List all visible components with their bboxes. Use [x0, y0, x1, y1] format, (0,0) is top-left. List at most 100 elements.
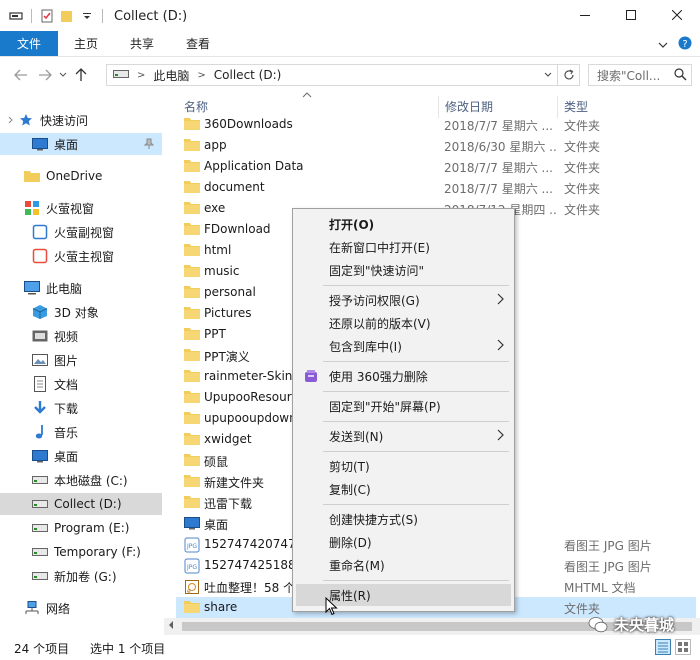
context-menu-item[interactable]: 在新窗口中打开(E): [293, 236, 514, 258]
svg-text:?: ?: [682, 39, 687, 50]
music-icon: [32, 424, 48, 440]
folder-icon: [184, 243, 200, 259]
nav-documents[interactable]: 文档: [0, 373, 162, 395]
nav-drive-e[interactable]: Program (E:): [0, 517, 162, 539]
menu-item-label: 打开(O): [329, 217, 375, 232]
menu-item-label: 创建快捷方式(S): [329, 512, 418, 527]
nav-drive-d[interactable]: Collect (D:): [0, 493, 162, 515]
tab-share[interactable]: 共享: [114, 31, 170, 56]
breadcrumb-separator[interactable]: >: [137, 70, 145, 81]
context-menu-item[interactable]: 重命名(M): [293, 554, 514, 576]
context-menu-item[interactable]: 打开(O): [293, 213, 514, 235]
nav-drive-c[interactable]: 本地磁盘 (C:): [0, 469, 162, 491]
nav-drive-f[interactable]: Temporary (F:): [0, 541, 162, 563]
tab-home[interactable]: 主页: [58, 31, 114, 56]
context-menu-item[interactable]: 剪切(T): [293, 455, 514, 477]
details-view-button[interactable]: [655, 639, 671, 655]
minimize-button[interactable]: [562, 0, 608, 30]
nav-network[interactable]: 网络: [0, 597, 162, 619]
context-menu-item[interactable]: 固定到"快速访问": [293, 259, 514, 281]
file-type: 文件夹: [564, 140, 601, 154]
window-title: Collect (D:): [114, 8, 188, 24]
maximize-button[interactable]: [608, 0, 654, 30]
expand-icon[interactable]: [8, 113, 18, 127]
context-menu-item[interactable]: 删除(D): [293, 531, 514, 553]
new-folder-icon[interactable]: [59, 8, 75, 24]
menu-item-label: 在新窗口中打开(E): [329, 240, 430, 255]
context-menu-item[interactable]: 发送到(N): [293, 425, 514, 447]
folder-icon: [184, 600, 200, 616]
table-row[interactable]: Application Data 2018/7/7 星期六 ... 文件夹: [176, 156, 696, 177]
context-menu-item[interactable]: 授予访问权限(G): [293, 289, 514, 311]
jpg-icon: JPG: [184, 558, 200, 574]
scroll-left-icon[interactable]: [168, 620, 174, 633]
menu-item-label: 删除(D): [329, 535, 372, 550]
column-header-name[interactable]: 名称: [184, 96, 438, 116]
menu-separator: [323, 391, 509, 392]
context-menu-item[interactable]: 创建快捷方式(S): [293, 508, 514, 530]
mouse-cursor-icon: [325, 597, 338, 616]
customize-dropdown-icon[interactable]: [79, 8, 95, 24]
up-button[interactable]: [70, 64, 92, 86]
context-menu-item[interactable]: 复制(C): [293, 478, 514, 500]
tab-file[interactable]: 文件: [0, 31, 58, 56]
status-bar: 24 个项目 选中 1 个项目: [0, 636, 700, 660]
close-button[interactable]: [654, 0, 700, 30]
file-type: 文件夹: [564, 119, 601, 133]
forward-button[interactable]: [34, 64, 56, 86]
video-icon: [32, 328, 48, 344]
folder-icon: [184, 432, 200, 448]
search-icon[interactable]: [674, 68, 687, 84]
column-header-date[interactable]: 修改日期: [445, 96, 557, 116]
nav-onedrive[interactable]: OneDrive: [0, 165, 162, 187]
large-icons-view-button[interactable]: [675, 639, 691, 655]
breadcrumb-this-pc[interactable]: 此电脑: [153, 67, 189, 84]
nav-desktop[interactable]: 桌面: [0, 445, 162, 467]
context-menu-item[interactable]: 使用 360强力删除: [293, 365, 514, 387]
file-type: MHTML 文档: [564, 581, 636, 595]
menu-separator: [323, 580, 509, 581]
title-bar: Collect (D:): [0, 0, 700, 32]
help-icon[interactable]: ?: [678, 36, 692, 53]
nav-downloads[interactable]: 下载: [0, 397, 162, 419]
breadcrumb-separator[interactable]: >: [197, 70, 205, 81]
watermark: 未央暮城: [588, 614, 674, 635]
folder-icon: [184, 264, 200, 280]
properties-icon[interactable]: [39, 8, 55, 24]
address-dropdown-icon[interactable]: [539, 65, 557, 85]
refresh-icon[interactable]: [557, 65, 579, 85]
nav-desktop-pinned[interactable]: 桌面: [0, 133, 162, 155]
table-row[interactable]: document 2018/7/7 星期六 ... 文件夹: [176, 177, 696, 198]
table-row[interactable]: app 2018/6/30 星期六 ... 文件夹: [176, 135, 696, 156]
nav-videos[interactable]: 视频: [0, 325, 162, 347]
recent-locations-button[interactable]: [56, 64, 70, 86]
expand-ribbon-icon[interactable]: [658, 38, 668, 52]
nav-this-pc[interactable]: 此电脑: [0, 277, 162, 299]
menu-item-label: 重命名(M): [329, 558, 385, 573]
context-menu-item[interactable]: 包含到库中(I): [293, 335, 514, 357]
nav-firefly[interactable]: 火萤视窗: [0, 197, 162, 219]
nav-firefly-sub[interactable]: 火萤副视窗: [0, 221, 162, 243]
menu-item-label: 固定到"快速访问": [329, 263, 425, 278]
folder-icon: [184, 327, 200, 343]
nav-firefly-main[interactable]: 火萤主视窗: [0, 245, 162, 267]
search-input[interactable]: 搜索"Coll...: [588, 64, 692, 86]
context-menu-item[interactable]: 还原以前的版本(V): [293, 312, 514, 334]
nav-pictures[interactable]: 图片: [0, 349, 162, 371]
nav-drive-g[interactable]: 新加卷 (G:): [0, 565, 162, 587]
file-date: 2018/7/7 星期六 ...: [444, 161, 553, 175]
context-menu-item[interactable]: 固定到"开始"屏幕(P): [293, 395, 514, 417]
nav-quick-access[interactable]: 快速访问: [0, 109, 162, 131]
menu-item-label: 剪切(T): [329, 459, 370, 474]
column-header-type[interactable]: 类型: [564, 96, 684, 116]
nav-music[interactable]: 音乐: [0, 421, 162, 443]
breadcrumb-collect-d[interactable]: Collect (D:): [214, 68, 282, 82]
system-menu-icon[interactable]: [8, 8, 24, 24]
menu-separator: [323, 451, 509, 452]
nav-3d-objects[interactable]: 3D 对象: [0, 301, 162, 323]
address-bar[interactable]: > 此电脑 > Collect (D:): [106, 64, 580, 86]
tab-view[interactable]: 查看: [170, 31, 226, 56]
table-row[interactable]: 360Downloads 2018/7/7 星期六 ... 文件夹: [176, 114, 696, 135]
pin-icon[interactable]: [143, 138, 155, 153]
back-button[interactable]: [10, 64, 32, 86]
